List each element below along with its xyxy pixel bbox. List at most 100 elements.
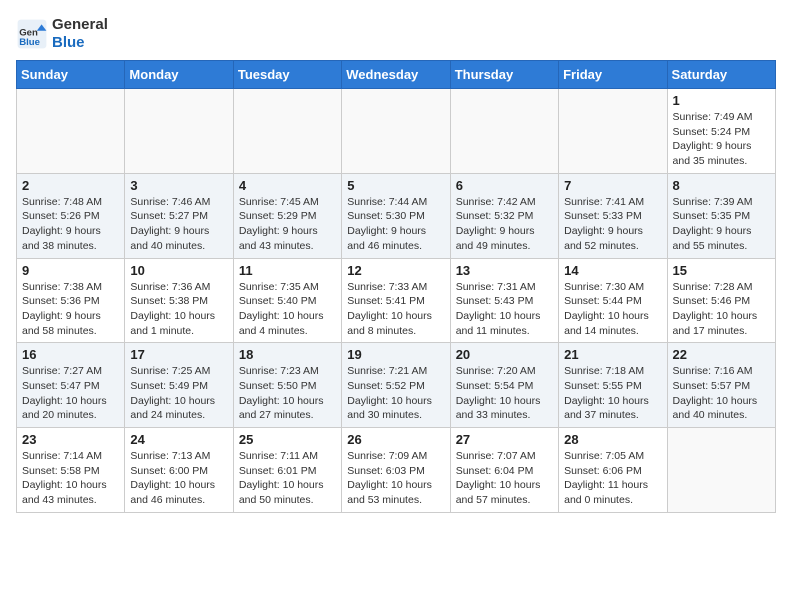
- page-header: Gen Blue General Blue: [16, 16, 776, 52]
- calendar-day-cell: 11 Sunrise: 7:35 AM Sunset: 5:40 PM Dayli…: [233, 258, 341, 343]
- day-number: 11: [239, 263, 336, 278]
- day-number: 25: [239, 432, 336, 447]
- calendar-day-cell: [125, 89, 233, 174]
- day-info: Sunrise: 7:14 AM Sunset: 5:58 PM Dayligh…: [22, 449, 119, 508]
- day-info: Sunrise: 7:39 AM Sunset: 5:35 PM Dayligh…: [673, 195, 770, 254]
- calendar-day-cell: 2 Sunrise: 7:48 AM Sunset: 5:26 PM Daylig…: [17, 173, 125, 258]
- day-info: Sunrise: 7:25 AM Sunset: 5:49 PM Dayligh…: [130, 364, 227, 423]
- day-number: 8: [673, 178, 770, 193]
- calendar-day-cell: 3 Sunrise: 7:46 AM Sunset: 5:27 PM Daylig…: [125, 173, 233, 258]
- calendar-day-cell: 13 Sunrise: 7:31 AM Sunset: 5:43 PM Dayli…: [450, 258, 558, 343]
- svg-text:Blue: Blue: [19, 37, 40, 48]
- calendar-header-row: SundayMondayTuesdayWednesdayThursdayFrid…: [17, 61, 776, 89]
- calendar-week-row: 1 Sunrise: 7:49 AM Sunset: 5:24 PM Daylig…: [17, 89, 776, 174]
- header-sunday: Sunday: [17, 61, 125, 89]
- logo-icon: Gen Blue: [16, 18, 48, 50]
- calendar-day-cell: 16Sunrise: 7:27 AM Sunset: 5:47 PM Dayli…: [17, 343, 125, 428]
- day-info: Sunrise: 7:35 AM Sunset: 5:40 PM Dayligh…: [239, 280, 336, 339]
- calendar-day-cell: 25Sunrise: 7:11 AM Sunset: 6:01 PM Dayli…: [233, 428, 341, 513]
- day-number: 26: [347, 432, 444, 447]
- day-number: 5: [347, 178, 444, 193]
- day-number: 14: [564, 263, 661, 278]
- day-info: Sunrise: 7:41 AM Sunset: 5:33 PM Dayligh…: [564, 195, 661, 254]
- day-number: 28: [564, 432, 661, 447]
- day-info: Sunrise: 7:44 AM Sunset: 5:30 PM Dayligh…: [347, 195, 444, 254]
- calendar-day-cell: 10Sunrise: 7:36 AM Sunset: 5:38 PM Dayli…: [125, 258, 233, 343]
- day-number: 10: [130, 263, 227, 278]
- day-number: 2: [22, 178, 119, 193]
- day-info: Sunrise: 7:45 AM Sunset: 5:29 PM Dayligh…: [239, 195, 336, 254]
- day-number: 4: [239, 178, 336, 193]
- day-info: Sunrise: 7:38 AM Sunset: 5:36 PM Dayligh…: [22, 280, 119, 339]
- day-number: 3: [130, 178, 227, 193]
- calendar-day-cell: [667, 428, 775, 513]
- calendar-day-cell: 23 Sunrise: 7:14 AM Sunset: 5:58 PM Dayli…: [17, 428, 125, 513]
- calendar-week-row: 9 Sunrise: 7:38 AM Sunset: 5:36 PM Daylig…: [17, 258, 776, 343]
- day-info: Sunrise: 7:16 AM Sunset: 5:57 PM Dayligh…: [673, 364, 770, 423]
- calendar-day-cell: 9 Sunrise: 7:38 AM Sunset: 5:36 PM Daylig…: [17, 258, 125, 343]
- calendar-week-row: 2 Sunrise: 7:48 AM Sunset: 5:26 PM Daylig…: [17, 173, 776, 258]
- calendar-day-cell: 17 Sunrise: 7:25 AM Sunset: 5:49 PM Dayli…: [125, 343, 233, 428]
- day-number: 7: [564, 178, 661, 193]
- day-info: Sunrise: 7:46 AM Sunset: 5:27 PM Dayligh…: [130, 195, 227, 254]
- calendar-week-row: 16Sunrise: 7:27 AM Sunset: 5:47 PM Dayli…: [17, 343, 776, 428]
- calendar-day-cell: 12 Sunrise: 7:33 AM Sunset: 5:41 PM Dayli…: [342, 258, 450, 343]
- header-thursday: Thursday: [450, 61, 558, 89]
- calendar-day-cell: 19 Sunrise: 7:21 AM Sunset: 5:52 PM Dayli…: [342, 343, 450, 428]
- calendar-day-cell: 15 Sunrise: 7:28 AM Sunset: 5:46 PM Dayli…: [667, 258, 775, 343]
- day-info: Sunrise: 7:49 AM Sunset: 5:24 PM Dayligh…: [673, 110, 770, 169]
- day-number: 19: [347, 347, 444, 362]
- header-saturday: Saturday: [667, 61, 775, 89]
- day-info: Sunrise: 7:23 AM Sunset: 5:50 PM Dayligh…: [239, 364, 336, 423]
- day-number: 15: [673, 263, 770, 278]
- calendar-day-cell: [17, 89, 125, 174]
- calendar-day-cell: 28 Sunrise: 7:05 AM Sunset: 6:06 PM Dayli…: [559, 428, 667, 513]
- day-number: 18: [239, 347, 336, 362]
- logo-general: General: [52, 16, 108, 34]
- day-info: Sunrise: 7:27 AM Sunset: 5:47 PM Dayligh…: [22, 364, 119, 423]
- calendar-week-row: 23 Sunrise: 7:14 AM Sunset: 5:58 PM Dayli…: [17, 428, 776, 513]
- day-number: 9: [22, 263, 119, 278]
- day-number: 27: [456, 432, 553, 447]
- calendar-table: SundayMondayTuesdayWednesdayThursdayFrid…: [16, 60, 776, 513]
- day-info: Sunrise: 7:05 AM Sunset: 6:06 PM Dayligh…: [564, 449, 661, 508]
- header-monday: Monday: [125, 61, 233, 89]
- calendar-day-cell: [233, 89, 341, 174]
- day-info: Sunrise: 7:20 AM Sunset: 5:54 PM Dayligh…: [456, 364, 553, 423]
- day-number: 21: [564, 347, 661, 362]
- day-number: 23: [22, 432, 119, 447]
- day-info: Sunrise: 7:18 AM Sunset: 5:55 PM Dayligh…: [564, 364, 661, 423]
- day-info: Sunrise: 7:33 AM Sunset: 5:41 PM Dayligh…: [347, 280, 444, 339]
- day-info: Sunrise: 7:42 AM Sunset: 5:32 PM Dayligh…: [456, 195, 553, 254]
- calendar-day-cell: 1 Sunrise: 7:49 AM Sunset: 5:24 PM Daylig…: [667, 89, 775, 174]
- day-number: 12: [347, 263, 444, 278]
- day-info: Sunrise: 7:48 AM Sunset: 5:26 PM Dayligh…: [22, 195, 119, 254]
- calendar-day-cell: 18 Sunrise: 7:23 AM Sunset: 5:50 PM Dayli…: [233, 343, 341, 428]
- calendar-day-cell: 4 Sunrise: 7:45 AM Sunset: 5:29 PM Daylig…: [233, 173, 341, 258]
- day-info: Sunrise: 7:31 AM Sunset: 5:43 PM Dayligh…: [456, 280, 553, 339]
- calendar-day-cell: 7 Sunrise: 7:41 AM Sunset: 5:33 PM Daylig…: [559, 173, 667, 258]
- day-number: 17: [130, 347, 227, 362]
- calendar-day-cell: 6Sunrise: 7:42 AM Sunset: 5:32 PM Daylig…: [450, 173, 558, 258]
- header-friday: Friday: [559, 61, 667, 89]
- day-info: Sunrise: 7:28 AM Sunset: 5:46 PM Dayligh…: [673, 280, 770, 339]
- day-number: 1: [673, 93, 770, 108]
- day-info: Sunrise: 7:07 AM Sunset: 6:04 PM Dayligh…: [456, 449, 553, 508]
- calendar-day-cell: 24Sunrise: 7:13 AM Sunset: 6:00 PM Dayli…: [125, 428, 233, 513]
- day-number: 22: [673, 347, 770, 362]
- calendar-day-cell: 5 Sunrise: 7:44 AM Sunset: 5:30 PM Daylig…: [342, 173, 450, 258]
- day-number: 20: [456, 347, 553, 362]
- day-number: 13: [456, 263, 553, 278]
- calendar-day-cell: 20 Sunrise: 7:20 AM Sunset: 5:54 PM Dayli…: [450, 343, 558, 428]
- header-wednesday: Wednesday: [342, 61, 450, 89]
- header-tuesday: Tuesday: [233, 61, 341, 89]
- logo-blue: Blue: [52, 34, 108, 52]
- calendar-day-cell: [342, 89, 450, 174]
- calendar-day-cell: 27 Sunrise: 7:07 AM Sunset: 6:04 PM Dayli…: [450, 428, 558, 513]
- day-info: Sunrise: 7:30 AM Sunset: 5:44 PM Dayligh…: [564, 280, 661, 339]
- calendar-day-cell: 8 Sunrise: 7:39 AM Sunset: 5:35 PM Daylig…: [667, 173, 775, 258]
- day-number: 24: [130, 432, 227, 447]
- calendar-day-cell: 22 Sunrise: 7:16 AM Sunset: 5:57 PM Dayli…: [667, 343, 775, 428]
- calendar-day-cell: 21 Sunrise: 7:18 AM Sunset: 5:55 PM Dayli…: [559, 343, 667, 428]
- day-info: Sunrise: 7:21 AM Sunset: 5:52 PM Dayligh…: [347, 364, 444, 423]
